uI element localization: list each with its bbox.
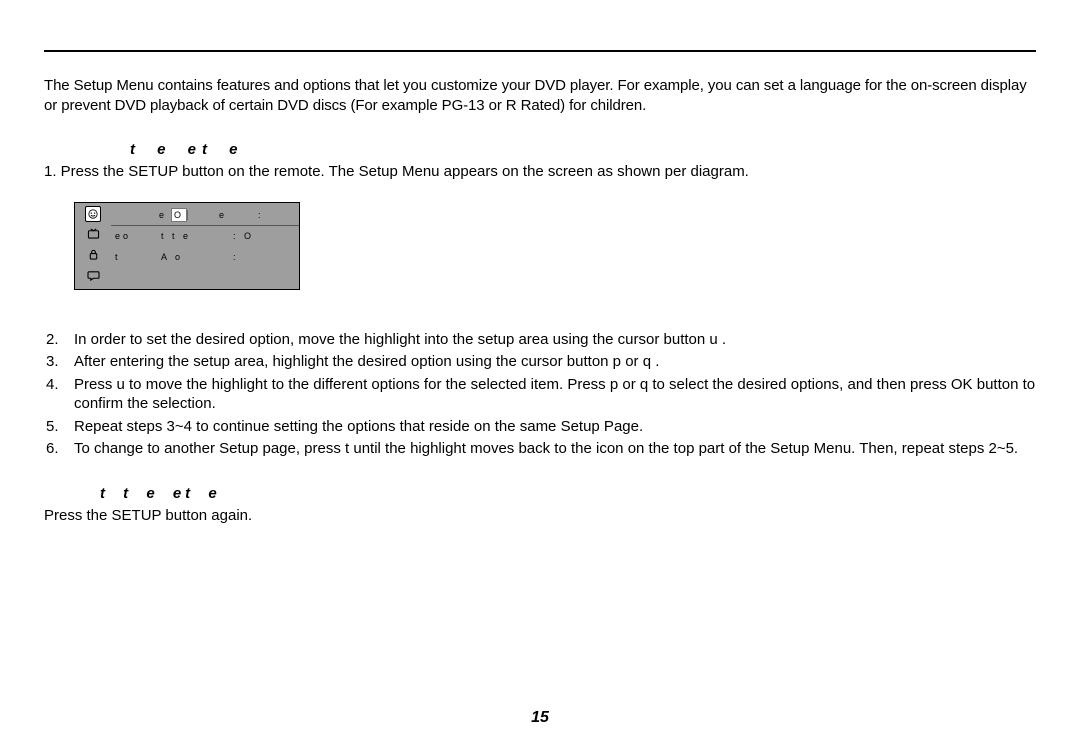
step-1-text: 1. Press the SETUP button on the remote.… <box>44 162 1036 182</box>
diagram-cell: : O <box>233 231 293 241</box>
diagram-cell: A o <box>161 252 233 262</box>
diagram-cell: t t e <box>161 231 233 241</box>
step-number: 5. <box>44 417 74 437</box>
diagram-header-col2: e <box>187 210 258 220</box>
step-text: Repeat steps 3~4 to continue setting the… <box>74 417 1036 437</box>
step-number: 4. <box>44 375 74 414</box>
diagram-header-row: eO e : <box>111 205 299 226</box>
list-item: 5. Repeat steps 3~4 to continue setting … <box>44 417 1036 437</box>
tv-icon <box>79 225 107 243</box>
diagram-row-empty <box>111 268 299 289</box>
diagram-header-col3: : <box>258 210 264 220</box>
step-text: After entering the setup area, highlight… <box>74 352 1036 372</box>
diagram-cell: eo <box>111 231 161 241</box>
diagram-header-col1: eO <box>111 210 187 220</box>
horizontal-rule <box>44 50 1036 52</box>
page-number: 15 <box>0 709 1080 727</box>
step-text: In order to set the desired option, move… <box>74 330 1036 350</box>
intro-paragraph: The Setup Menu contains features and opt… <box>44 76 1036 115</box>
heading-exit-setup-menu: t t e et e <box>100 485 1036 502</box>
lock-icon <box>79 246 107 264</box>
steps-list: 2. In order to set the desired option, m… <box>44 330 1036 459</box>
list-item: 2. In order to set the desired option, m… <box>44 330 1036 350</box>
step-number: 6. <box>44 439 74 459</box>
diagram-row: t A o : <box>111 247 299 268</box>
step-text: Press u to move the highlight to the dif… <box>74 375 1036 414</box>
diagram-cell: : <box>233 252 293 262</box>
step-number: 2. <box>44 330 74 350</box>
manual-page: The Setup Menu contains features and opt… <box>0 0 1080 743</box>
step-number: 3. <box>44 352 74 372</box>
step-text: To change to another Setup page, press t… <box>74 439 1036 459</box>
exit-instruction: Press the SETUP button again. <box>44 506 1036 526</box>
setup-menu-diagram: eO e : eo t t e : O t A o : <box>74 202 300 290</box>
diagram-row: eo t t e : O <box>111 226 299 247</box>
diagram-text-area: eO e : eo t t e : O t A o : <box>111 203 299 289</box>
speech-bubble-icon <box>79 267 107 285</box>
smiley-icon <box>85 206 101 222</box>
diagram-cell: t <box>111 252 161 262</box>
list-item: 3. After entering the setup area, highli… <box>44 352 1036 372</box>
list-item: 4. Press u to move the highlight to the … <box>44 375 1036 414</box>
diagram-icon-column <box>75 203 111 289</box>
list-item: 6. To change to another Setup page, pres… <box>44 439 1036 459</box>
heading-use-setup-menu: t e et e <box>130 141 1036 158</box>
